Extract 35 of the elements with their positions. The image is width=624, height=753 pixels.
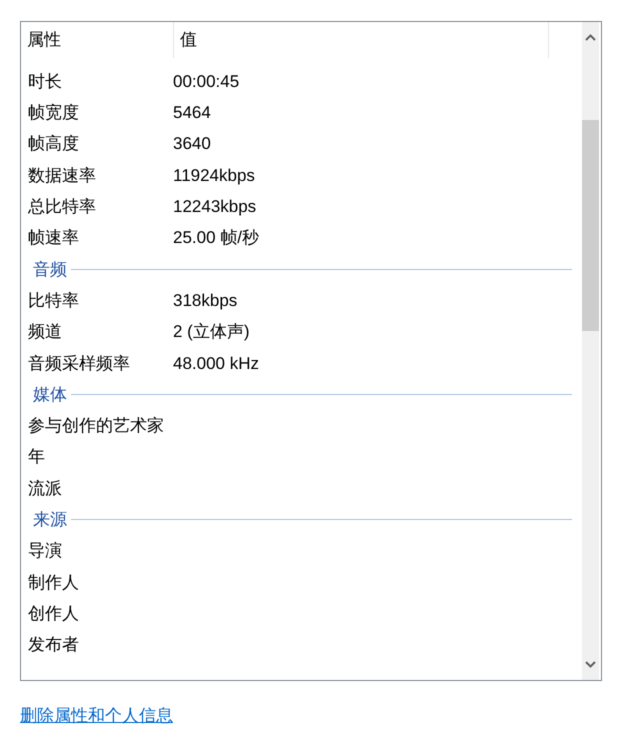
property-value: 11924kbps bbox=[173, 164, 255, 187]
property-value: 318kbps bbox=[173, 290, 238, 312]
property-name: 帧宽度 bbox=[27, 102, 80, 124]
property-name: 制作人 bbox=[27, 572, 80, 594]
group-header: 音频 bbox=[33, 258, 67, 281]
remove-properties-link[interactable]: 删除属性和个人信息 bbox=[20, 703, 173, 728]
property-name: 时长 bbox=[27, 70, 63, 93]
property-name: 帧高度 bbox=[27, 133, 80, 156]
property-name: 频道 bbox=[27, 321, 63, 344]
property-name: 流派 bbox=[27, 478, 63, 500]
property-value: 00:00:45 bbox=[173, 70, 240, 93]
scrollbar-thumb[interactable] bbox=[582, 120, 599, 331]
property-value: 25.00 帧/秒 bbox=[173, 227, 259, 250]
property-name: 发布者 bbox=[27, 634, 80, 656]
property-value: 12243kbps bbox=[173, 196, 256, 218]
property-name: 年 bbox=[27, 446, 46, 468]
scrollbar[interactable] bbox=[582, 22, 599, 680]
property-name: 创作人 bbox=[27, 602, 80, 625]
group-header: 媒体 bbox=[33, 384, 67, 406]
property-name: 比特率 bbox=[27, 290, 80, 312]
property-value: 5464 bbox=[173, 102, 211, 124]
scroll-down-icon[interactable] bbox=[585, 661, 596, 668]
property-name: 参与创作的艺术家 bbox=[27, 415, 165, 438]
property-name: 导演 bbox=[27, 540, 63, 562]
property-name: 数据速率 bbox=[27, 164, 97, 187]
group-header: 来源 bbox=[33, 509, 67, 532]
property-value: 2 (立体声) bbox=[173, 321, 250, 344]
property-name: 音频采样频率 bbox=[27, 352, 131, 375]
column-header[interactable]: 值 bbox=[174, 22, 549, 58]
property-name: 帧速率 bbox=[27, 227, 80, 250]
scroll-up-icon[interactable] bbox=[585, 34, 596, 41]
column-header[interactable]: 属性 bbox=[21, 22, 174, 58]
property-value: 48.000 kHz bbox=[173, 352, 259, 375]
property-value: 3640 bbox=[173, 133, 211, 156]
property-name: 总比特率 bbox=[27, 196, 97, 218]
